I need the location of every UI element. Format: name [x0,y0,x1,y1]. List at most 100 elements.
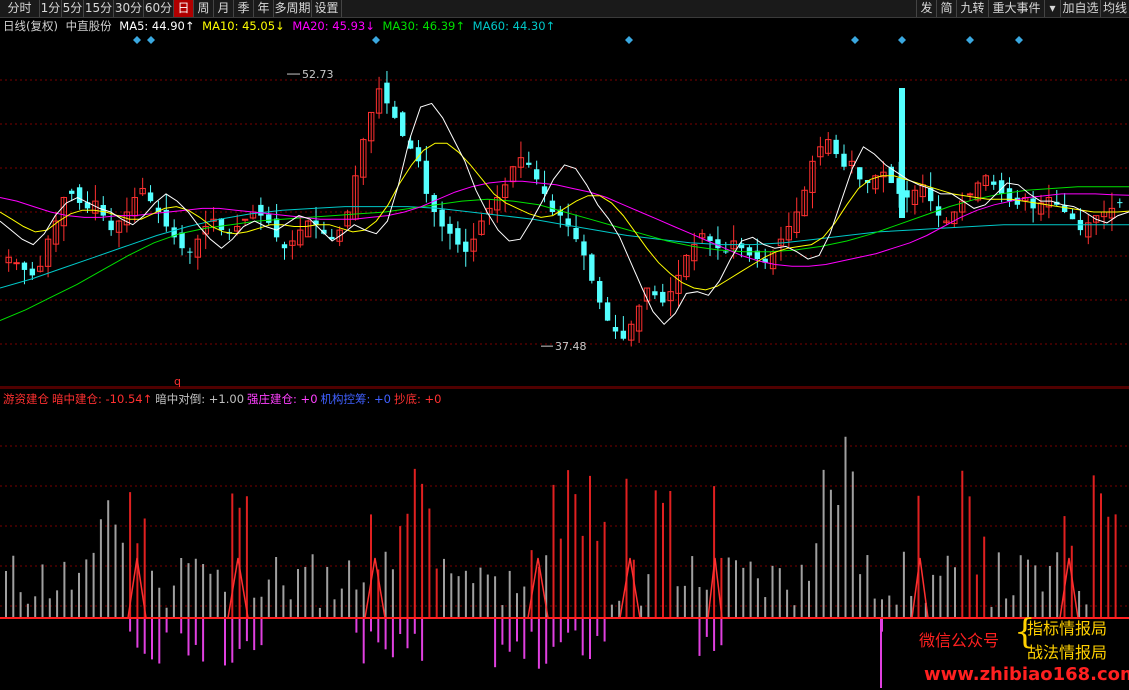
candle-body [723,251,729,253]
toolbar-btn-2[interactable]: 5分 [62,0,84,17]
candle-body [660,291,666,303]
toolbar-right-btn-0[interactable]: 发 [916,0,936,17]
candle-body [857,167,863,180]
toolbar-btn-3[interactable]: 15分 [84,0,114,17]
toolbar-right-btn-4[interactable]: ▾ [1044,0,1060,17]
candle-body [431,195,437,212]
toolbar-btn-12[interactable]: 设置 [312,0,342,17]
toolbar-btn-8[interactable]: 月 [214,0,234,17]
candle-body [439,209,445,227]
toolbar-right-btn-2[interactable]: 九转 [956,0,988,17]
candle-body [904,190,910,198]
toolbar-btn-0[interactable]: 分时 [0,0,40,17]
signal-peak [619,557,641,619]
ma5-line [0,102,1129,326]
candle-body [549,200,556,212]
toolbar-btn-4[interactable]: 30分 [114,0,144,17]
candle-body [266,214,272,223]
candle-body [1061,205,1068,212]
candle-spike [899,88,905,218]
signal-peak [1059,557,1079,619]
toolbar-btn-9[interactable]: 季 [234,0,254,17]
toolbar-btn-11[interactable]: 多周期 [274,0,312,17]
toolbar-btn-1[interactable]: 1分 [40,0,62,17]
candle-body [620,330,627,339]
candle-body [29,268,36,276]
ma10-value: MA10: 45.05↓ [202,19,285,33]
candle-body [652,291,658,296]
candle-body [1069,213,1076,220]
period-toolbar: 分时 1分 5分 15分 30分 60分日周月季年多周期 设置 均线 加自选 ▾ 重大事件 九转简发 [0,0,1129,18]
signal-diamond-icon [133,36,141,44]
candle-body [463,241,469,252]
candle-body [1014,197,1021,205]
signal-diamond-icon [147,36,155,44]
ma20-value: MA20: 45.93↓ [292,19,375,33]
candle-body [604,302,611,321]
candle-body [533,169,540,180]
signal-peak [227,557,249,619]
low-label: 37.48 [555,340,587,353]
candle-body [76,187,83,203]
candle-body [455,228,461,245]
ma20-line [0,180,1129,267]
toolbar-right-btn-3[interactable]: 重大事件 [988,0,1044,17]
signal-diamond-icon [1015,36,1023,44]
ma-legend: 日线(复权) 中直股份 MA5: 44.90↑ MA10: 45.05↓ MA2… [3,18,559,34]
signal-peak [364,557,386,619]
candle-body [241,218,249,221]
signal-diamond-icon [372,36,380,44]
toolbar-right-btn-6[interactable]: 均线 [1100,0,1129,17]
signal-diamond-icon [898,36,906,44]
stock-name: 中直股份 [65,19,112,33]
toolbar-btn-10[interactable]: 年 [254,0,274,17]
candle-body [991,181,997,185]
toolbar-btn-7[interactable]: 周 [194,0,214,17]
candle-body [841,153,847,167]
candle-body [384,82,390,104]
watermark-line1: 指标情报局 [1027,619,1108,638]
candle-body [108,220,114,231]
candle-body [179,232,185,249]
candle-body [715,239,721,249]
candle-body [281,244,288,249]
watermark-url: www.zhibiao168.com [924,664,1129,685]
toolbar-btn-6[interactable]: 日 [174,0,194,17]
candle-body [573,227,579,240]
candle-body [13,262,20,265]
high-label: 52.73 [302,68,334,81]
candle-body [1030,198,1036,209]
candle-body [589,254,595,281]
candle-body [147,192,154,202]
price-chart[interactable]: 52.73 37.48 q [0,36,1129,388]
signal-diamond-icon [851,36,859,44]
candle-body [400,112,406,136]
toolbar-right-btn-1[interactable]: 简 [936,0,956,17]
signal-diamond-icon [625,36,633,44]
q-marker: q [174,375,181,388]
watermark-wechat: 微信公众号 [919,631,1000,650]
candle-body [423,160,430,194]
toolbar-right-btn-5[interactable]: 加自选 [1060,0,1100,17]
candle-body [833,139,839,155]
period-label: 日线(复权) [3,19,58,33]
candle-body [187,251,193,253]
signal-diamond-icon [966,36,974,44]
candle-body [273,218,280,238]
candle-body [526,162,532,165]
ma60-value: MA60: 44.30↑ [472,19,556,33]
candle-body [21,262,28,270]
toolbar-btn-5[interactable]: 60分 [144,0,174,17]
candle-body [966,193,974,196]
candle-body [612,326,619,332]
candle-body [392,106,398,118]
candle-body [597,281,603,303]
candle-body [447,223,453,234]
candle-body [581,241,587,256]
ma30-value: MA30: 46.39↑ [382,19,466,33]
candle-body [218,218,225,231]
watermark-line2: 战法情报局 [1027,643,1108,662]
candle-body [69,190,75,194]
ma60-line [0,206,1129,289]
candle-body [1117,202,1123,204]
